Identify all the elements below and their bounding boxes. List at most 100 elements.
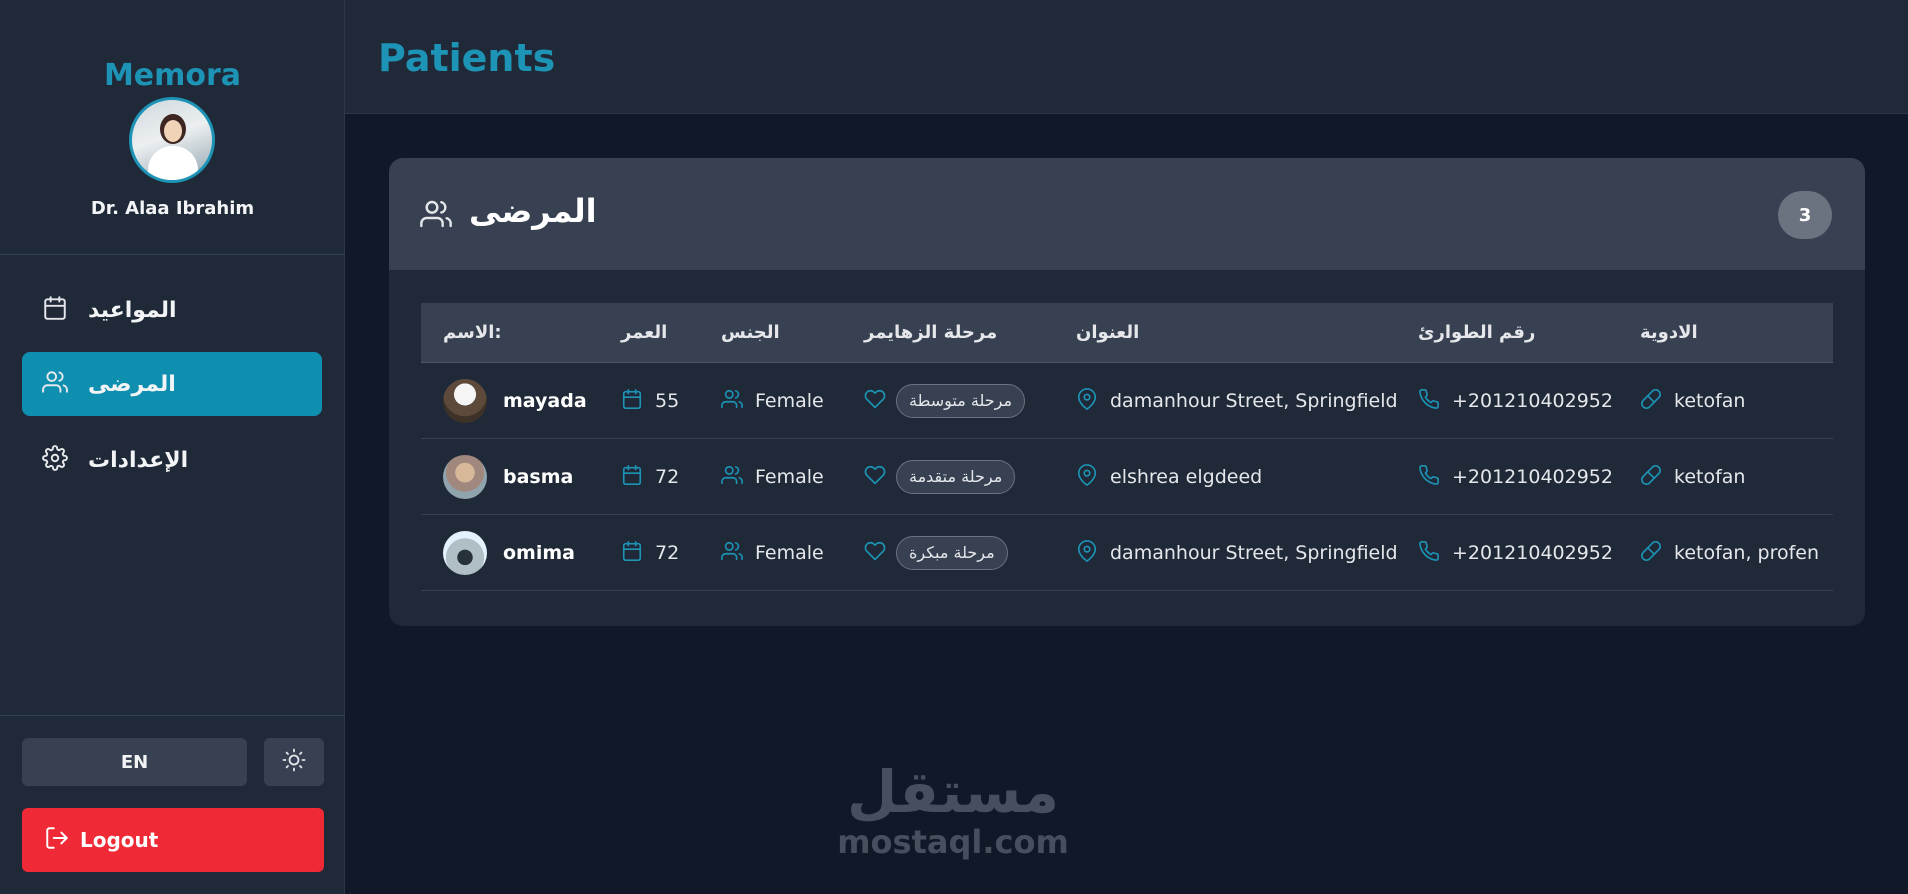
logout-icon	[44, 825, 70, 855]
patient-medications: ketofan, profen	[1674, 542, 1820, 564]
patient-name[interactable]: mayada	[503, 390, 587, 412]
nav-item-appointments[interactable]: المواعيد	[22, 278, 322, 342]
sun-icon	[282, 748, 306, 776]
patient-address: elshrea elgdeed	[1110, 466, 1263, 488]
map-pin-icon	[1076, 539, 1098, 567]
brand-logo: Memora	[103, 58, 242, 93]
logout-label: Logout	[80, 828, 159, 852]
watermark-arabic: مستقل	[846, 758, 1060, 826]
stage-badge: مرحلة متوسطة	[896, 384, 1026, 418]
phone-icon	[1418, 388, 1440, 415]
sidebar: Memora Dr. Alaa Ibrahim المواعيد المرضى …	[0, 0, 345, 894]
address-cell: elshrea elgdeed	[1076, 439, 1262, 515]
map-pin-icon	[1076, 463, 1098, 491]
patient-phone: +201210402952	[1452, 466, 1613, 488]
patients-table: الاسم: العمر الجنس مرحلة الزهايمر العنوا…	[421, 303, 1833, 591]
address-cell: damanhour Street, Springfield	[1076, 515, 1398, 591]
column-header-address: العنوان	[1076, 322, 1140, 343]
age-cell: 72	[621, 439, 679, 515]
patient-cell: basma	[443, 439, 573, 515]
patient-medications: ketofan	[1674, 390, 1746, 412]
age-cell: 72	[621, 515, 679, 591]
stage-badge: مرحلة متقدمة	[896, 460, 1016, 494]
card-header: المرضى 3	[389, 158, 1865, 270]
patient-phone: +201210402952	[1452, 542, 1613, 564]
nav-item-label: المواعيد	[88, 297, 177, 323]
heart-icon	[864, 464, 886, 491]
language-toggle-button[interactable]: EN	[22, 738, 247, 786]
patient-count-badge: 3	[1778, 191, 1832, 239]
stage-badge: مرحلة مبكرة	[896, 536, 1008, 570]
pill-icon	[1640, 540, 1662, 567]
patient-name[interactable]: basma	[503, 466, 573, 488]
patient-age: 72	[655, 466, 680, 488]
watermark-latin: mostaql.com	[837, 823, 1069, 861]
table-row[interactable]: omima 72 Female مرحلة مبكرة damanhour St…	[421, 515, 1833, 591]
medications-cell: ketofan, profen	[1640, 515, 1819, 591]
users-icon	[721, 540, 743, 567]
stage-cell: مرحلة متقدمة	[864, 439, 1016, 515]
phone-cell: +201210402952	[1418, 363, 1613, 439]
patient-gender: Female	[755, 466, 824, 488]
patient-age: 72	[655, 542, 680, 564]
pill-icon	[1640, 388, 1662, 415]
column-header-gender: الجنس	[721, 322, 780, 343]
stage-cell: مرحلة متوسطة	[864, 363, 1026, 439]
patient-address: damanhour Street, Springfield	[1110, 542, 1398, 564]
address-cell: damanhour Street, Springfield	[1076, 363, 1398, 439]
calendar-icon	[42, 295, 68, 325]
users-icon	[420, 198, 452, 230]
nav-item-label: الإعدادات	[88, 447, 189, 473]
doctor-name: Dr. Alaa Ibrahim	[90, 198, 255, 219]
table-row[interactable]: mayada 55 Female مرحلة متوسطة damanhour …	[421, 363, 1833, 439]
age-cell: 55	[621, 363, 679, 439]
users-icon	[42, 369, 68, 399]
medications-cell: ketofan	[1640, 439, 1745, 515]
users-icon	[721, 388, 743, 415]
patient-avatar	[443, 531, 487, 575]
patient-phone: +201210402952	[1452, 390, 1613, 412]
calendar-icon	[621, 388, 643, 415]
nav-item-settings[interactable]: الإعدادات	[22, 428, 322, 492]
patient-cell: omima	[443, 515, 575, 591]
phone-icon	[1418, 540, 1440, 567]
users-icon	[721, 464, 743, 491]
heart-icon	[864, 540, 886, 567]
sidebar-divider	[0, 715, 345, 716]
nav-item-label: المرضى	[88, 371, 176, 397]
table-header: الاسم: العمر الجنس مرحلة الزهايمر العنوا…	[421, 303, 1833, 363]
page-title: Patients	[378, 36, 556, 80]
theme-toggle-button[interactable]	[264, 738, 324, 786]
doctor-avatar[interactable]	[129, 97, 215, 183]
heart-icon	[864, 388, 886, 415]
phone-cell: +201210402952	[1418, 515, 1613, 591]
gear-icon	[42, 445, 68, 475]
gender-cell: Female	[721, 363, 824, 439]
phone-icon	[1418, 464, 1440, 491]
calendar-icon	[621, 540, 643, 567]
patient-medications: ketofan	[1674, 466, 1746, 488]
patient-avatar	[443, 379, 487, 423]
map-pin-icon	[1076, 387, 1098, 415]
patient-gender: Female	[755, 390, 824, 412]
patient-age: 55	[655, 390, 680, 412]
watermark: مستقل mostaql.com	[828, 760, 1078, 860]
patient-address: damanhour Street, Springfield	[1110, 390, 1398, 412]
logout-button[interactable]: Logout	[22, 808, 324, 872]
patient-name[interactable]: omima	[503, 542, 575, 564]
patient-avatar	[443, 455, 487, 499]
column-header-medications: الادوية	[1640, 322, 1698, 343]
patient-gender: Female	[755, 542, 824, 564]
calendar-icon	[621, 464, 643, 491]
sidebar-divider	[0, 254, 345, 255]
column-header-name: الاسم:	[443, 322, 502, 343]
nav-item-patients[interactable]: المرضى	[22, 352, 322, 416]
table-row[interactable]: basma 72 Female مرحلة متقدمة elshrea elg…	[421, 439, 1833, 515]
patients-card: المرضى 3 الاسم: العمر الجنس مرحلة الزهاي…	[389, 158, 1865, 626]
gender-cell: Female	[721, 515, 824, 591]
column-header-stage: مرحلة الزهايمر	[864, 322, 998, 343]
gender-cell: Female	[721, 439, 824, 515]
phone-cell: +201210402952	[1418, 439, 1613, 515]
top-header: Patients	[345, 0, 1908, 114]
card-title: المرضى	[469, 192, 597, 230]
